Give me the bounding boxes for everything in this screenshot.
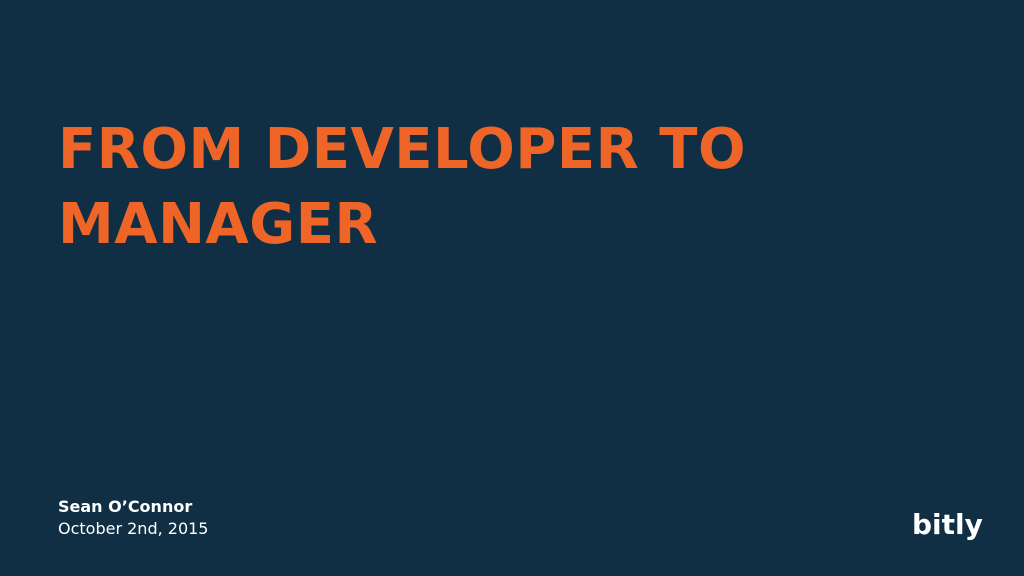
presenter-name: Sean O’Connor (58, 497, 193, 516)
presenter-info: Sean O’Connor October 2nd, 2015 (58, 496, 208, 540)
slide: FROM DEVELOPER TO MANAGER Sean O’Connor … (0, 0, 1024, 576)
slide-title-line-2: MANAGER (58, 192, 379, 257)
presentation-date: October 2nd, 2015 (58, 519, 209, 538)
slide-title: FROM DEVELOPER TO MANAGER (58, 112, 958, 262)
slide-title-line-1: FROM DEVELOPER TO (58, 117, 747, 182)
bitly-logo-icon: bitly (912, 508, 983, 541)
bitly-logo-text: bitly (912, 508, 983, 541)
